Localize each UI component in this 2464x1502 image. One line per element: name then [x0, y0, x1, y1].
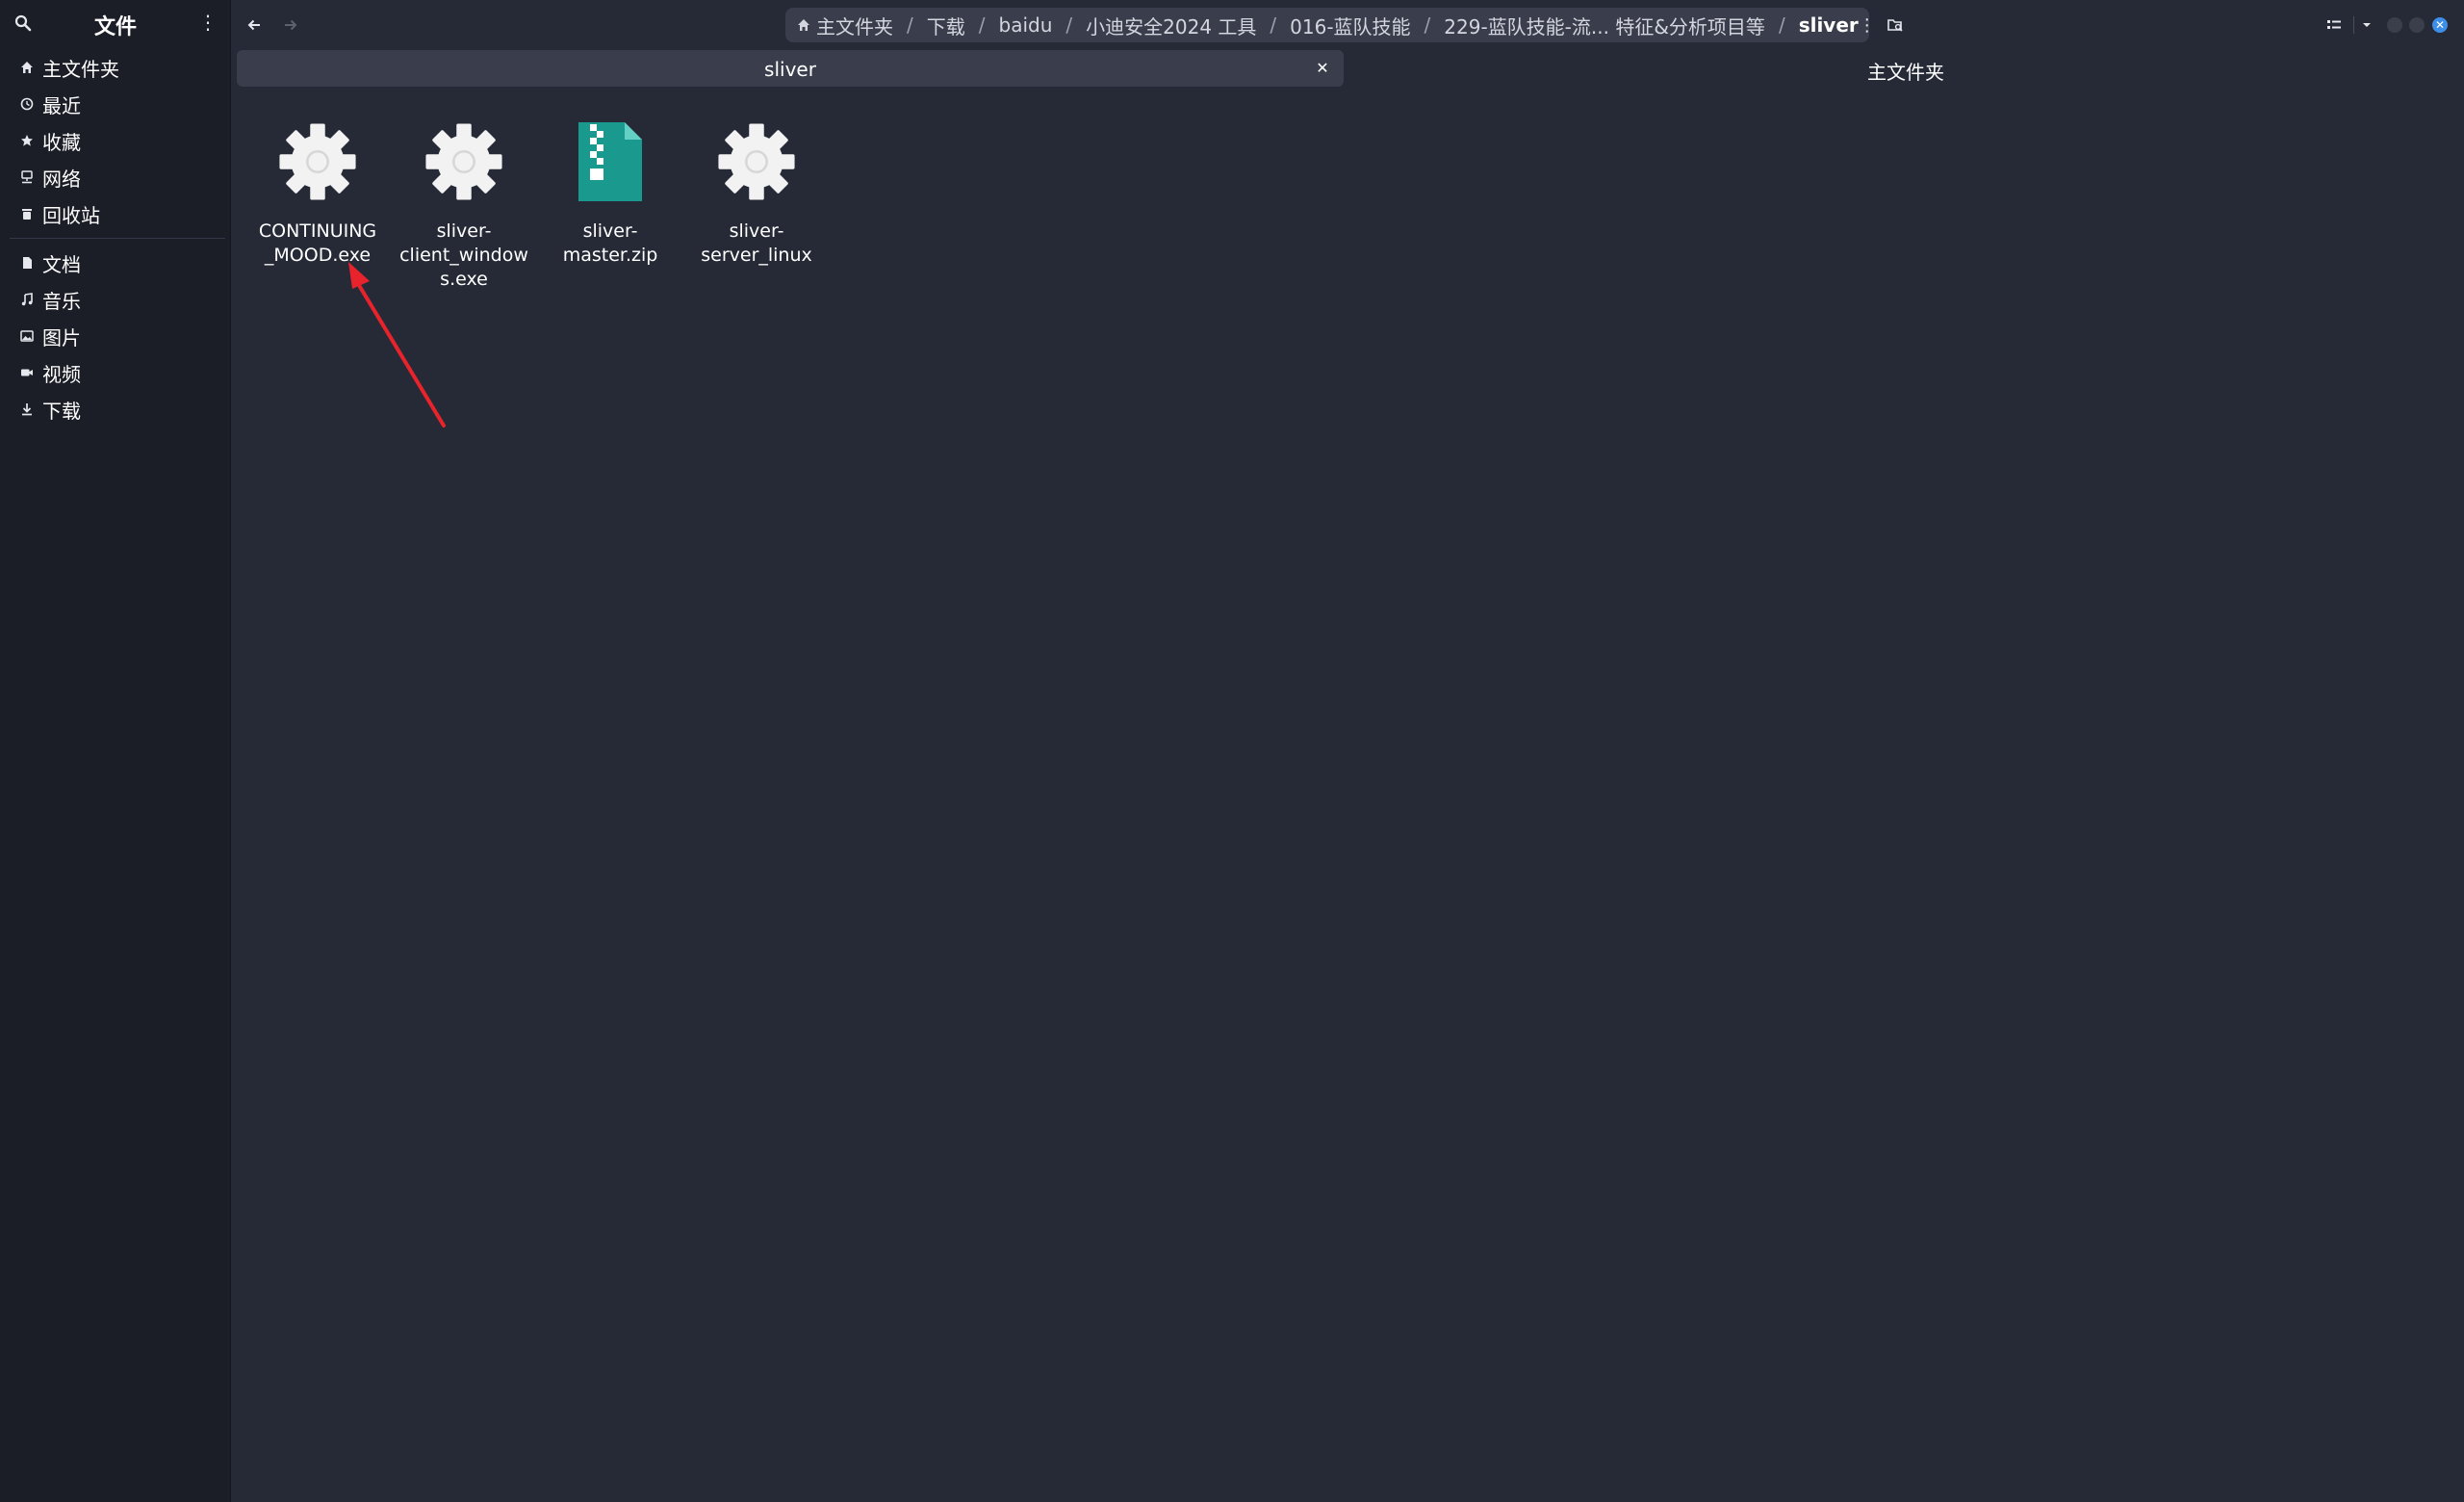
search-input[interactable]: sliver ✕ — [237, 50, 1344, 87]
sidebar-item-home[interactable]: 主文件夹 — [0, 50, 231, 85]
breadcrumb-item-tools[interactable]: 小迪安全2024 工具 — [1086, 12, 1256, 39]
sidebar-item-label: 收藏 — [42, 130, 81, 154]
close-icon: ✕ — [2434, 18, 2446, 32]
breadcrumb-separator: / — [907, 13, 913, 37]
home-icon — [797, 18, 810, 32]
download-icon — [17, 400, 37, 419]
sidebar-item-label: 下载 — [42, 399, 81, 423]
minimize-button[interactable] — [2387, 17, 2402, 33]
breadcrumb-item-blue-team[interactable]: 016-蓝队技能 — [1290, 12, 1410, 39]
file-item[interactable]: CONTINUING _MOOD.exe — [246, 116, 389, 268]
search-scope-button[interactable]: 主文件夹 — [1829, 57, 1983, 85]
breadcrumb: 主文件夹 / 下载 / baidu / 小迪安全2024 工具 / 016-蓝队… — [785, 8, 1876, 42]
sidebar-item-label: 最近 — [42, 93, 81, 117]
breadcrumb-item-project[interactable]: 229-蓝队技能-流... 特征&分析项目等 — [1444, 12, 1765, 39]
sidebar-item-network[interactable]: 网络 — [0, 160, 231, 194]
app-title: 文件 — [93, 15, 137, 39]
sidebar-header: 文件 ⋮ — [0, 0, 231, 46]
picture-icon — [17, 326, 37, 346]
clear-search-icon[interactable]: ✕ — [1313, 59, 1332, 78]
breadcrumb-separator: / — [1065, 13, 1073, 37]
sidebar-item-music[interactable]: 音乐 — [0, 282, 231, 317]
breadcrumb-item-baidu[interactable]: baidu — [999, 13, 1053, 37]
sidebar-item-label: 视频 — [42, 362, 81, 386]
sidebar-item-starred[interactable]: 收藏 — [0, 123, 231, 158]
breadcrumb-separator: / — [1424, 13, 1431, 37]
sidebar-item-documents[interactable]: 文档 — [0, 246, 231, 280]
breadcrumb-item-current[interactable]: sliver — [1799, 13, 1859, 37]
new-tab-button[interactable] — [1883, 12, 1910, 39]
sidebar-item-label: 回收站 — [42, 203, 100, 227]
breadcrumb-item-downloads[interactable]: 下载 — [927, 12, 965, 39]
sidebar-item-pictures[interactable]: 图片 — [0, 319, 231, 353]
sidebar-item-label: 网络 — [42, 167, 81, 191]
chevron-down-icon[interactable] — [2356, 12, 2377, 39]
maximize-button[interactable] — [2409, 17, 2425, 33]
star-icon — [17, 131, 37, 150]
sidebar-item-label: 文档 — [42, 252, 81, 276]
sidebar-item-label: 图片 — [42, 325, 81, 350]
breadcrumb-separator: / — [1270, 13, 1277, 37]
clock-icon — [17, 94, 37, 114]
breadcrumb-item-home[interactable]: 主文件夹 — [816, 12, 893, 39]
document-icon — [17, 253, 37, 272]
gear-icon — [710, 116, 803, 208]
file-item[interactable]: sliver- master.zip — [539, 116, 681, 268]
breadcrumb-separator: / — [978, 13, 986, 37]
gear-icon — [271, 116, 364, 208]
zip-archive-icon — [564, 116, 656, 208]
search-query: sliver — [764, 58, 816, 81]
sidebar-item-recent[interactable]: 最近 — [0, 87, 231, 121]
gear-icon — [418, 116, 510, 208]
forward-button[interactable] — [277, 12, 304, 39]
back-button[interactable] — [241, 12, 268, 39]
file-item[interactable]: sliver- server_linux — [685, 116, 828, 268]
home-icon — [17, 58, 37, 77]
sidebar-divider — [10, 238, 225, 239]
view-list-icon[interactable] — [2322, 12, 2347, 39]
sidebar-item-videos[interactable]: 视频 — [0, 355, 231, 390]
sidebar-item-label: 主文件夹 — [42, 57, 119, 81]
sidebar-item-label: 音乐 — [42, 289, 81, 313]
music-icon — [17, 290, 37, 309]
trash-icon — [17, 204, 37, 223]
close-button[interactable]: ✕ — [2432, 17, 2448, 33]
network-icon — [17, 168, 37, 187]
app-menu-icon[interactable]: ⋮ — [198, 10, 218, 35]
file-name: sliver- master.zip — [562, 220, 658, 266]
sidebar-item-trash[interactable]: 回收站 — [0, 196, 231, 231]
sidebar-item-downloads[interactable]: 下载 — [0, 392, 231, 427]
file-name: sliver- server_linux — [701, 220, 812, 266]
breadcrumb-menu-icon[interactable]: ⋮ — [1859, 15, 1876, 36]
sidebar: 文件 ⋮ 主文件夹 最近 收藏 网络 回收站 文档 音乐 图片 视频 下载 — [0, 0, 231, 1502]
video-icon — [17, 363, 37, 382]
breadcrumb-separator: / — [1778, 13, 1785, 37]
annotation-arrow — [348, 262, 446, 427]
